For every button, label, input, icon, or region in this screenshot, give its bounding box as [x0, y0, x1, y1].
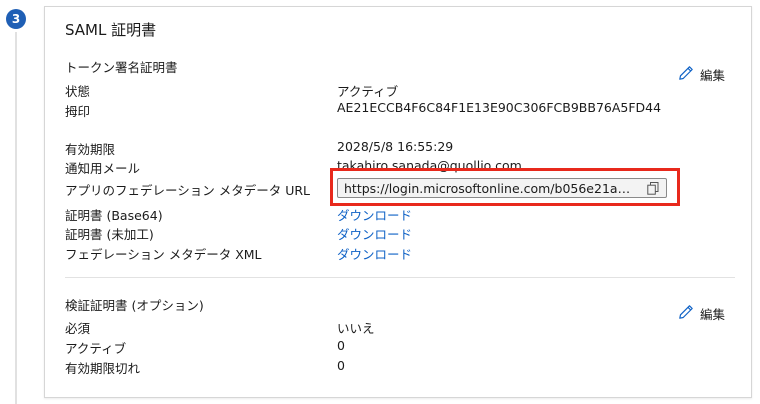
status-value: アクティブ: [337, 84, 399, 99]
required-value: いいえ: [337, 321, 375, 336]
copy-icon[interactable]: [646, 181, 660, 195]
certificate-base64-label: 証明書 (Base64): [65, 208, 163, 223]
expired-label: 有効期限切れ: [65, 361, 141, 376]
active-value: 0: [337, 338, 345, 353]
step-connector-line: [15, 32, 17, 404]
verification-section-title: 検証証明書 (オプション): [65, 298, 204, 313]
app-federation-metadata-url-label: アプリのフェデレーション メタデータ URL: [65, 183, 310, 198]
federation-metadata-xml-download-link[interactable]: ダウンロード: [337, 244, 412, 263]
token-signing-edit-button[interactable]: 編集: [678, 65, 725, 84]
notification-email-label: 通知用メール: [65, 161, 141, 176]
metadata-url-text: https://login.microsoftonline.com/b056e2…: [344, 180, 631, 196]
pencil-icon: [678, 65, 694, 84]
saml-certificate-card: SAML 証明書 トークン署名証明書 編集 状態 アクティブ 拇印 AE21EC…: [44, 6, 752, 398]
pencil-icon: [678, 304, 694, 323]
certificate-raw-download-link[interactable]: ダウンロード: [337, 224, 412, 243]
certificate-base64-download-link[interactable]: ダウンロード: [337, 205, 412, 224]
card-title: SAML 証明書: [65, 21, 157, 39]
token-signing-section-title: トークン署名証明書: [65, 60, 178, 75]
expiration-value: 2028/5/8 16:55:29: [337, 139, 454, 154]
edit-label: 編集: [699, 307, 725, 322]
verification-edit-button[interactable]: 編集: [678, 304, 725, 323]
thumbprint-value: AE21ECCB4F6C84F1E13E90C306FCB9BB76A5FD44: [337, 100, 662, 115]
thumbprint-label: 拇印: [65, 104, 91, 119]
saml-certificates-page: 3 SAML 証明書 トークン署名証明書 編集 状態 アクティブ 拇印 AE21…: [0, 0, 760, 404]
federation-metadata-xml-label: フェデレーション メタデータ XML: [65, 247, 262, 262]
expiration-label: 有効期限: [65, 142, 116, 157]
app-federation-metadata-url-field[interactable]: https://login.microsoftonline.com/b056e2…: [337, 178, 667, 198]
required-label: 必須: [65, 321, 91, 336]
certificate-raw-label: 証明書 (未加工): [65, 227, 154, 242]
section-divider: [65, 277, 735, 278]
notification-email-value: takahiro.sanada@quollio.com: [337, 158, 522, 173]
active-label: アクティブ: [65, 341, 127, 356]
step-number-badge: 3: [6, 9, 26, 29]
status-label: 状態: [65, 84, 91, 99]
edit-label: 編集: [699, 68, 725, 83]
expired-value: 0: [337, 358, 345, 373]
